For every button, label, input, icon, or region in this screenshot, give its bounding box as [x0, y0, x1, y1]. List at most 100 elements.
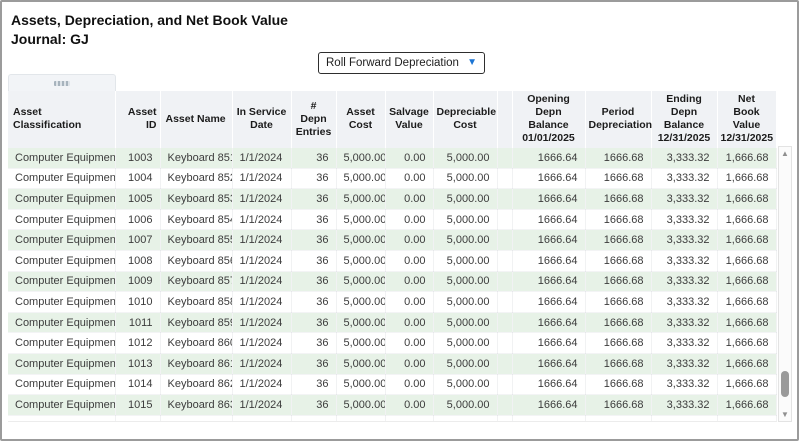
- cell-asset_cost: 5,000.00: [336, 148, 385, 169]
- table-row: Computer Equipment1007Keyboard 8551/1/20…: [8, 230, 776, 251]
- cell-depreciable_cost: 5,000.00: [433, 148, 497, 169]
- cell-asset_cost: 5,000.00: [336, 271, 385, 292]
- cell-asset_id: 1011: [115, 312, 160, 333]
- cell-in_service_date: 1/1/2024: [232, 333, 291, 354]
- cell-spacer: [497, 292, 512, 313]
- cell-opening_depn_balance: 1666.64: [512, 168, 585, 189]
- scroll-down-button[interactable]: ▼: [779, 408, 791, 421]
- cell-salvage_value: 0.00: [385, 189, 433, 210]
- cell-asset_name: Keyboard 853: [160, 189, 232, 210]
- cell-in_service_date: 1/1/2024: [232, 292, 291, 313]
- table-row: Computer Equipment1008Keyboard 8561/1/20…: [8, 250, 776, 271]
- scrollbar-thumb[interactable]: [781, 371, 789, 397]
- cell-num_depn_entries: 36: [291, 168, 336, 189]
- cell-spacer: [497, 353, 512, 374]
- cell-net_book_value: 1,666.68: [717, 395, 776, 416]
- cell-salvage_value: 0.00: [385, 148, 433, 169]
- cell-opening_depn_balance: 1666.64: [512, 374, 585, 395]
- table-row: Computer Equipment1014Keyboard 8621/1/20…: [8, 374, 776, 395]
- cell-period_depreciation: 1666.68: [585, 271, 651, 292]
- cell-empty: [512, 415, 585, 422]
- cell-ending_depn_balance: 3,333.32: [651, 271, 717, 292]
- cell-asset_cost: 5,000.00: [336, 189, 385, 210]
- cell-asset_name: Keyboard 860: [160, 333, 232, 354]
- cell-asset_id: 1009: [115, 271, 160, 292]
- cell-period_depreciation: 1666.68: [585, 250, 651, 271]
- cell-empty: [115, 415, 160, 422]
- cell-asset_name: Keyboard 861: [160, 353, 232, 374]
- cell-period_depreciation: 1666.68: [585, 312, 651, 333]
- cell-opening_depn_balance: 1666.64: [512, 333, 585, 354]
- cell-ending_depn_balance: 3,333.32: [651, 374, 717, 395]
- cell-asset_name: Keyboard 859: [160, 312, 232, 333]
- cell-num_depn_entries: 36: [291, 189, 336, 210]
- cell-asset_cost: 5,000.00: [336, 209, 385, 230]
- cell-salvage_value: 0.00: [385, 271, 433, 292]
- cell-period_depreciation: 1666.68: [585, 374, 651, 395]
- cell-asset_classification: Computer Equipment: [8, 148, 115, 169]
- cell-net_book_value: 1,666.68: [717, 374, 776, 395]
- column-header-asset_classification: Asset Classification: [8, 91, 115, 148]
- cell-asset_name: Keyboard 855: [160, 230, 232, 251]
- cell-in_service_date: 1/1/2024: [232, 189, 291, 210]
- table-row: Computer Equipment1009Keyboard 8571/1/20…: [8, 271, 776, 292]
- column-header-opening_depn_balance: Opening Depn Balance 01/01/2025: [512, 91, 585, 148]
- cell-period_depreciation: 1666.68: [585, 148, 651, 169]
- scroll-up-button[interactable]: ▲: [779, 147, 791, 160]
- cell-asset_id: 1014: [115, 374, 160, 395]
- table-row: Computer Equipment1011Keyboard 8591/1/20…: [8, 312, 776, 333]
- cell-asset_classification: Computer Equipment: [8, 312, 115, 333]
- cell-salvage_value: 0.00: [385, 209, 433, 230]
- column-drag-tab[interactable]: [8, 74, 116, 91]
- cell-opening_depn_balance: 1666.64: [512, 395, 585, 416]
- cell-ending_depn_balance: 3,333.32: [651, 395, 717, 416]
- report-type-selected-value: Roll Forward Depreciation: [326, 57, 463, 69]
- column-header-net_book_value: Net Book Value 12/31/2025: [717, 91, 776, 148]
- cell-asset_name: Keyboard 856: [160, 250, 232, 271]
- column-header-in_service_date: In Service Date: [232, 91, 291, 148]
- cell-asset_id: 1010: [115, 292, 160, 313]
- scroll-down-icon: ▼: [781, 410, 789, 419]
- cell-empty: [497, 415, 512, 422]
- cell-salvage_value: 0.00: [385, 353, 433, 374]
- table-row: Computer Equipment1005Keyboard 8531/1/20…: [8, 189, 776, 210]
- cell-net_book_value: 1,666.68: [717, 333, 776, 354]
- cell-depreciable_cost: 5,000.00: [433, 250, 497, 271]
- cell-depreciable_cost: 5,000.00: [433, 333, 497, 354]
- cell-ending_depn_balance: 3,333.32: [651, 189, 717, 210]
- cell-asset_cost: 5,000.00: [336, 250, 385, 271]
- cell-ending_depn_balance: 3,333.32: [651, 148, 717, 169]
- cell-net_book_value: 1,666.68: [717, 271, 776, 292]
- cell-asset_id: 1005: [115, 189, 160, 210]
- report-table: Asset ClassificationAsset IDAsset NameIn…: [8, 91, 777, 422]
- cell-asset_classification: Computer Equipment: [8, 168, 115, 189]
- cell-spacer: [497, 189, 512, 210]
- cell-in_service_date: 1/1/2024: [232, 353, 291, 374]
- cell-salvage_value: 0.00: [385, 250, 433, 271]
- cell-asset_classification: Computer Equipment: [8, 250, 115, 271]
- cell-in_service_date: 1/1/2024: [232, 395, 291, 416]
- report-type-select[interactable]: Roll Forward Depreciation ▼: [318, 52, 485, 74]
- cell-spacer: [497, 168, 512, 189]
- cell-depreciable_cost: 5,000.00: [433, 292, 497, 313]
- cell-depreciable_cost: 5,000.00: [433, 353, 497, 374]
- cell-opening_depn_balance: 1666.64: [512, 353, 585, 374]
- cell-asset_id: 1013: [115, 353, 160, 374]
- cell-opening_depn_balance: 1666.64: [512, 271, 585, 292]
- cell-asset_cost: 5,000.00: [336, 374, 385, 395]
- cell-asset_classification: Computer Equipment: [8, 374, 115, 395]
- cell-spacer: [497, 395, 512, 416]
- cell-in_service_date: 1/1/2024: [232, 209, 291, 230]
- cell-net_book_value: 1,666.68: [717, 168, 776, 189]
- cell-ending_depn_balance: 3,333.32: [651, 333, 717, 354]
- cell-in_service_date: 1/1/2024: [232, 271, 291, 292]
- cell-opening_depn_balance: 1666.64: [512, 148, 585, 169]
- cell-in_service_date: 1/1/2024: [232, 148, 291, 169]
- cell-depreciable_cost: 5,000.00: [433, 168, 497, 189]
- cell-salvage_value: 0.00: [385, 312, 433, 333]
- cell-empty: [232, 415, 291, 422]
- cell-net_book_value: 1,666.68: [717, 312, 776, 333]
- vertical-scrollbar[interactable]: ▲ ▼: [778, 146, 792, 422]
- cell-ending_depn_balance: 3,333.32: [651, 292, 717, 313]
- cell-asset_cost: 5,000.00: [336, 312, 385, 333]
